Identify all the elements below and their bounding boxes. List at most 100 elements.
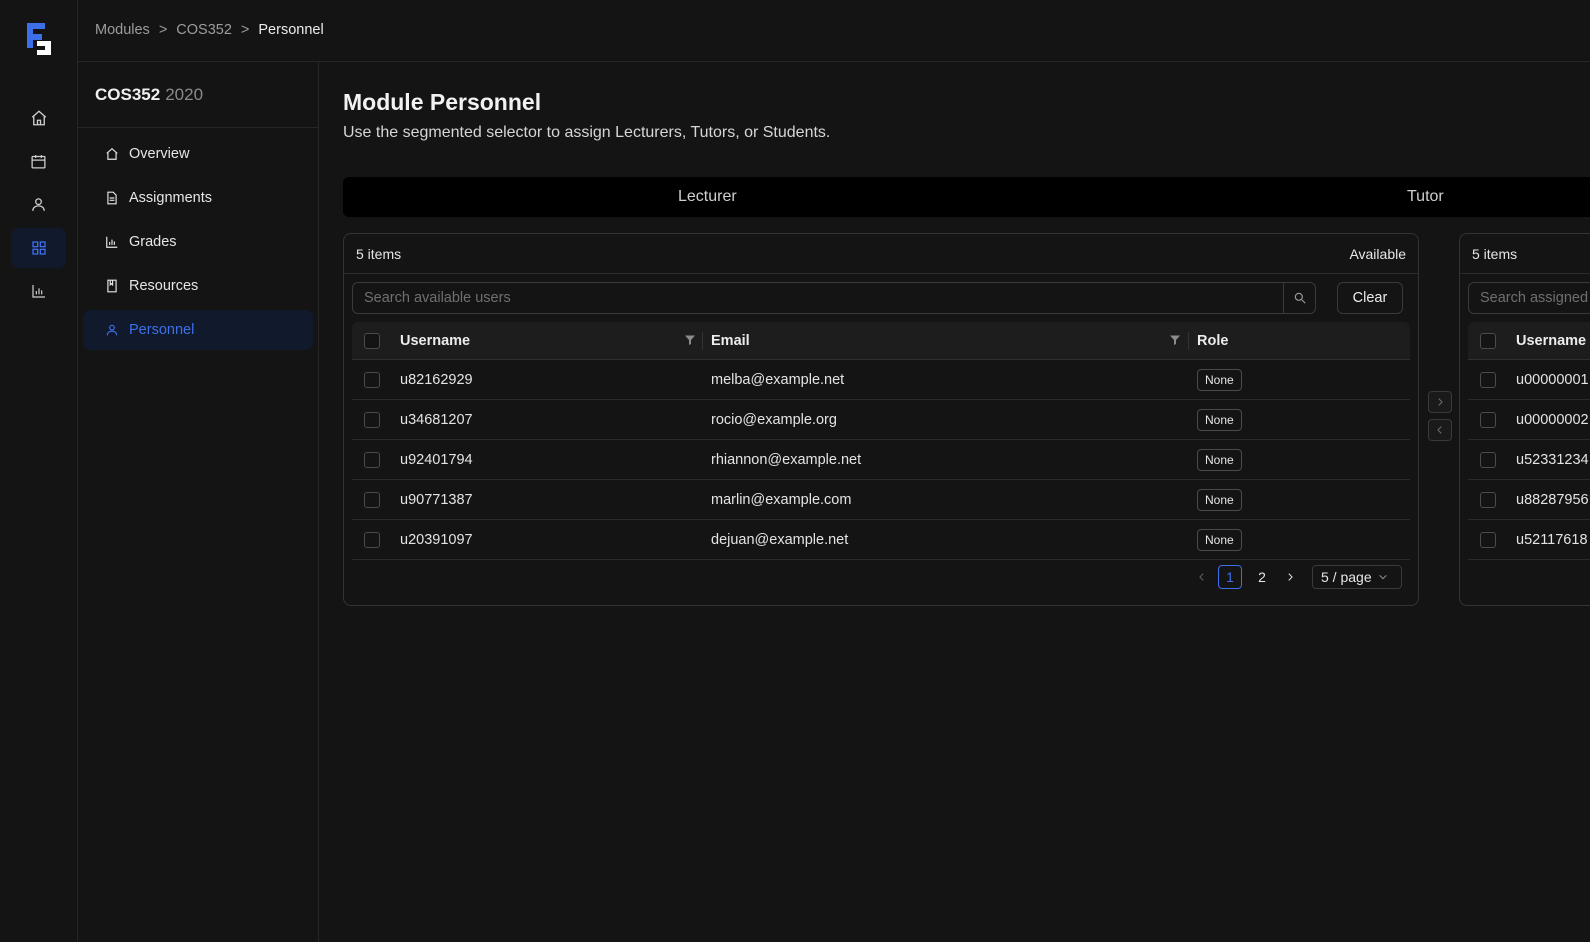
row-checkbox[interactable]: [364, 411, 380, 428]
assigned-count: 5 items: [1472, 245, 1518, 262]
page-1-button[interactable]: 1: [1218, 565, 1242, 589]
clear-button[interactable]: Clear: [1337, 282, 1403, 314]
select-all-checkbox[interactable]: [1480, 332, 1496, 349]
nav-item-grades[interactable]: Grades: [83, 222, 313, 262]
table-row[interactable]: u20391097 dejuan@example.net None: [352, 520, 1410, 560]
table-row[interactable]: u90771387 marlin@example.com None: [352, 480, 1410, 520]
breadcrumb-module[interactable]: COS352: [176, 22, 232, 38]
book-icon: [107, 279, 117, 293]
row-checkbox[interactable]: [364, 491, 380, 508]
select-all-checkbox[interactable]: [364, 332, 380, 349]
username-cell: u90771387: [400, 491, 473, 508]
top-bar: Modules > COS352 > Personnel: [78, 0, 1590, 62]
nav-label: Resources: [129, 278, 199, 294]
page-subtitle: Use the segmented selector to assign Lec…: [343, 124, 831, 141]
segment-lecturer[interactable]: Lecturer: [678, 177, 737, 217]
row-checkbox[interactable]: [1480, 531, 1496, 548]
row-checkbox[interactable]: [1480, 411, 1496, 428]
nav-item-overview[interactable]: Overview: [83, 134, 313, 174]
table-row[interactable]: u92401794 rhiannon@example.net None: [352, 440, 1410, 480]
email-cell: dejuan@example.net: [711, 531, 849, 548]
module-sidebar: COS352 2020 Overview Assignments Grades R…: [78, 62, 319, 942]
column-divider: [1188, 332, 1189, 350]
search-icon: [1294, 292, 1306, 304]
search-button[interactable]: [1283, 283, 1315, 313]
row-checkbox[interactable]: [1480, 371, 1496, 388]
row-checkbox[interactable]: [1480, 491, 1496, 508]
chevron-left-icon: [1437, 426, 1442, 434]
row-checkbox[interactable]: [364, 451, 380, 468]
available-title: Available: [1349, 245, 1406, 262]
page-size-value: 5 / page: [1321, 569, 1372, 585]
role-tag: None: [1197, 408, 1242, 431]
rail-home[interactable]: [11, 98, 66, 138]
username-cell: u88287956: [1516, 491, 1589, 508]
user-icon: [106, 324, 118, 336]
table-row[interactable]: u52331234: [1468, 440, 1590, 480]
next-page-button[interactable]: [1282, 565, 1298, 589]
module-header: COS352 2020: [78, 62, 318, 128]
home-icon: [106, 147, 118, 160]
move-right-button[interactable]: [1428, 391, 1452, 413]
breadcrumb-current: Personnel: [258, 22, 324, 38]
column-email[interactable]: Email: [711, 322, 750, 359]
rail-user[interactable]: [11, 184, 66, 224]
nav-item-resources[interactable]: Resources: [83, 266, 313, 306]
column-username[interactable]: Username: [400, 322, 470, 359]
available-search-input[interactable]: [353, 283, 1283, 313]
user-icon: [32, 197, 45, 211]
app-logo[interactable]: [25, 21, 53, 57]
prev-page-button[interactable]: [1194, 565, 1210, 589]
nav-item-assignments[interactable]: Assignments: [83, 178, 313, 218]
column-role: Role: [1197, 332, 1229, 349]
chevron-right-icon: [1288, 573, 1293, 581]
breadcrumb-modules[interactable]: Modules: [95, 22, 150, 38]
filter-icon[interactable]: [684, 334, 696, 346]
rail-calendar[interactable]: [11, 141, 66, 181]
row-checkbox[interactable]: [364, 371, 380, 388]
segment-tutor[interactable]: Tutor: [1407, 177, 1444, 217]
assigned-panel-header: 5 items: [1460, 234, 1590, 274]
assigned-search-input[interactable]: Search assigned: [1468, 282, 1590, 314]
rail-modules[interactable]: [11, 228, 66, 268]
table-row[interactable]: u52117618: [1468, 520, 1590, 560]
chevron-right-icon: [1438, 398, 1443, 406]
table-row[interactable]: u34681207 rocio@example.org None: [352, 400, 1410, 440]
table-row[interactable]: u00000001: [1468, 360, 1590, 400]
email-cell: rhiannon@example.net: [711, 451, 862, 468]
main-content: Module Personnel Use the segmented selec…: [343, 62, 1590, 942]
nav-label: Grades: [129, 234, 177, 250]
table-row[interactable]: u00000002: [1468, 400, 1590, 440]
document-icon: [107, 191, 117, 205]
row-checkbox[interactable]: [364, 531, 380, 548]
available-count: 5 items: [356, 245, 402, 262]
column-divider: [702, 332, 703, 350]
row-checkbox[interactable]: [1480, 451, 1496, 468]
table-row[interactable]: u88287956: [1468, 480, 1590, 520]
username-cell: u52117618: [1516, 531, 1588, 548]
username-cell: u00000001: [1516, 371, 1589, 388]
role-tag: None: [1197, 368, 1242, 391]
table-header: Username Email Role: [352, 322, 1410, 360]
role-tag: None: [1197, 488, 1242, 511]
chevron-down-icon: [1378, 574, 1387, 580]
module-year: 2020: [165, 85, 204, 104]
calendar-icon: [31, 154, 46, 169]
page-2-button[interactable]: 2: [1250, 565, 1274, 589]
move-left-button[interactable]: [1428, 419, 1452, 441]
rail-stats[interactable]: [11, 271, 66, 311]
username-cell: u34681207: [400, 411, 473, 428]
page-size-select[interactable]: 5 / page: [1312, 565, 1402, 589]
breadcrumb: Modules > COS352 > Personnel: [95, 22, 324, 38]
username-cell: u92401794: [400, 451, 473, 468]
nav-item-personnel[interactable]: Personnel: [83, 310, 313, 350]
chart-icon: [31, 285, 45, 298]
username-cell: u52331234: [1516, 451, 1589, 468]
available-panel-header: 5 items Available: [344, 234, 1418, 274]
filter-icon[interactable]: [1169, 334, 1181, 346]
table-row[interactable]: u82162929 melba@example.net None: [352, 360, 1410, 400]
page-title: Module Personnel: [343, 89, 542, 115]
column-username[interactable]: Username: [1516, 322, 1586, 359]
email-cell: marlin@example.com: [711, 491, 852, 508]
nav-label: Personnel: [129, 322, 195, 338]
